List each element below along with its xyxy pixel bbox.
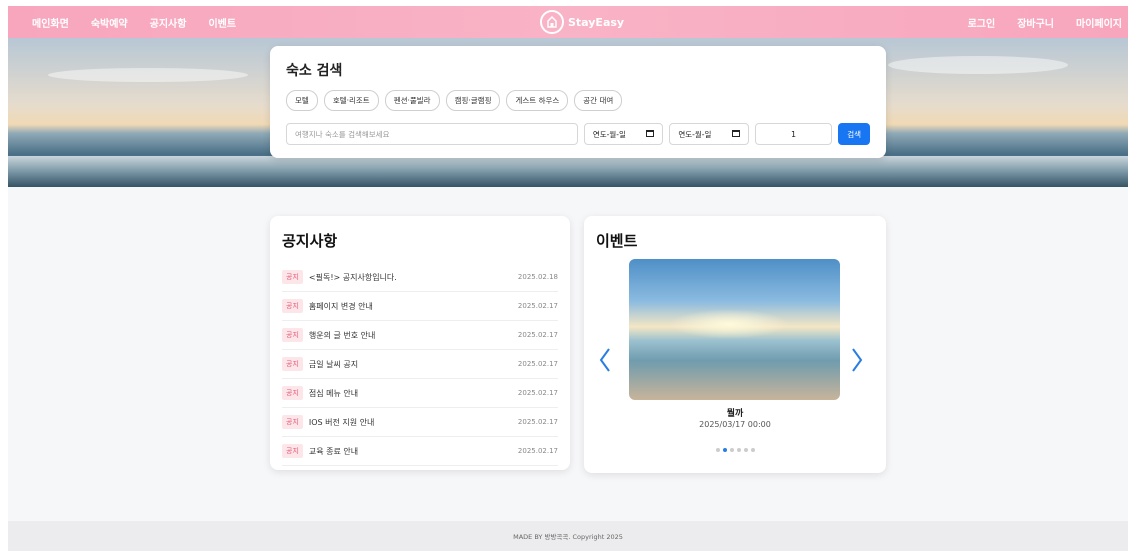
chevron-left-icon[interactable] [598, 346, 612, 374]
notice-card: 공지사항 공지 <필독!> 공지사항입니다. 2025.02.18 공지 홈페이지 변… [270, 216, 570, 470]
brand-logo-icon [540, 10, 564, 34]
search-button[interactable]: 검색 [838, 123, 871, 145]
brand-name: StayEasy [568, 15, 625, 29]
notice-text: <필독!> 공지사항입니다. [308, 272, 397, 282]
notice-row[interactable]: 공지 금일 날씨 공지 2025.02.17 [282, 350, 558, 379]
chip-camping[interactable]: 캠핑·글램핑 [445, 90, 501, 111]
notice-row[interactable]: 공지 행운의 글 번호 안내 2025.02.17 [282, 321, 558, 350]
notice-text: 금일 날씨 공지 [308, 359, 359, 369]
notice-text: 행운의 글 번호 안내 [308, 330, 376, 340]
top-navbar: 메인화면 숙박예약 공지사항 이벤트 StayEasy 로그인 장바구니 마이페… [8, 6, 1128, 38]
notice-date: 2025.02.17 [517, 302, 558, 310]
chevron-right-icon[interactable] [850, 346, 864, 374]
chip-pension[interactable]: 펜션·풀빌라 [384, 90, 440, 111]
brand[interactable]: StayEasy [540, 10, 624, 34]
event-image[interactable] [629, 259, 840, 400]
category-chips: 모텔 호텔·리조트 펜션·풀빌라 캠핑·글램핑 게스트 하우스 공간 대여 [286, 90, 870, 111]
notice-date: 2025.02.18 [517, 273, 558, 281]
checkout-date[interactable]: 연도-월-일 [669, 123, 749, 145]
notice-badge: 공지 [282, 270, 303, 284]
notice-date: 2025.02.17 [517, 389, 558, 397]
notice-badge: 공지 [282, 328, 303, 342]
notice-date: 2025.02.17 [517, 418, 558, 426]
notice-date: 2025.02.17 [517, 360, 558, 368]
chip-hotel[interactable]: 호텔·리조트 [323, 90, 379, 111]
nav-login[interactable]: 로그인 [968, 15, 996, 30]
chip-motel[interactable]: 모텔 [286, 90, 318, 111]
carousel-dots [584, 448, 886, 452]
calendar-icon [731, 129, 740, 139]
notice-list: 공지 <필독!> 공지사항입니다. 2025.02.18 공지 홈페이지 변경 안내 2… [282, 263, 558, 466]
nav-booking[interactable]: 숙박예약 [91, 15, 128, 30]
guest-count-input[interactable]: 1 [754, 123, 833, 145]
nav-left: 메인화면 숙박예약 공지사항 이벤트 [32, 6, 258, 38]
carousel-dot[interactable] [729, 448, 734, 452]
notice-badge: 공지 [282, 386, 303, 400]
carousel-dot[interactable] [722, 448, 727, 452]
event-date: 2025/03/17 00:00 [699, 420, 771, 429]
notice-date: 2025.02.17 [517, 447, 558, 455]
search-title: 숙소 검색 [286, 63, 343, 79]
chip-space[interactable]: 공간 대여 [574, 90, 623, 111]
notice-badge: 공지 [282, 357, 303, 371]
nav-home[interactable]: 메인화면 [32, 15, 69, 30]
notice-title[interactable]: 공지사항 [282, 230, 558, 251]
notice-date: 2025.02.17 [517, 331, 558, 339]
footer: MADE BY 방방곡곡. Copyright 2025 [8, 521, 1128, 551]
calendar-icon [646, 129, 655, 139]
checkin-date-text: 연도-월-일 [592, 129, 626, 139]
nav-cart[interactable]: 장바구니 [1017, 15, 1054, 30]
nav-mypage[interactable]: 마이페이지 [1076, 15, 1122, 30]
carousel-dot[interactable] [736, 448, 741, 452]
search-input[interactable]: 여행지나 숙소를 검색해보세요 [286, 123, 578, 145]
search-card: 숙소 검색 모텔 호텔·리조트 펜션·풀빌라 캠핑·글램핑 게스트 하우스 공간… [270, 46, 886, 158]
carousel-dot[interactable] [715, 448, 720, 452]
event-name: 뭘까 [726, 409, 744, 419]
notice-badge: 공지 [282, 444, 303, 458]
nav-event[interactable]: 이벤트 [208, 15, 236, 30]
notice-text: IOS 버전 지원 안내 [308, 417, 375, 427]
page: 메인화면 숙박예약 공지사항 이벤트 StayEasy 로그인 장바구니 마이페… [8, 6, 1128, 551]
notice-row[interactable]: 공지 <필독!> 공지사항입니다. 2025.02.18 [282, 263, 558, 292]
notice-text: 교육 종료 안내 [308, 446, 359, 456]
event-card: 이벤트 뭘까 2025/03/17 00:00 [584, 216, 886, 473]
carousel-dot[interactable] [743, 448, 748, 452]
notice-row[interactable]: 공지 점심 메뉴 안내 2025.02.17 [282, 379, 558, 408]
notice-row[interactable]: 공지 IOS 버전 지원 안내 2025.02.17 [282, 408, 558, 437]
notice-text: 홈페이지 변경 안내 [308, 301, 373, 311]
event-title[interactable]: 이벤트 [596, 230, 874, 251]
checkout-date-text: 연도-월-일 [678, 129, 712, 139]
carousel-dot[interactable] [750, 448, 755, 452]
notice-badge: 공지 [282, 299, 303, 313]
notice-badge: 공지 [282, 415, 303, 429]
checkin-date[interactable]: 연도-월-일 [583, 123, 664, 145]
search-row: 여행지나 숙소를 검색해보세요 연도-월-일 연도-월-일 1 검색 [286, 123, 871, 145]
notice-text: 점심 메뉴 안내 [308, 388, 359, 398]
nav-notice[interactable]: 공지사항 [150, 15, 187, 30]
chip-guesthouse[interactable]: 게스트 하우스 [506, 90, 569, 111]
notice-row[interactable]: 공지 교육 종료 안내 2025.02.17 [282, 437, 558, 466]
notice-row[interactable]: 공지 홈페이지 변경 안내 2025.02.17 [282, 292, 558, 321]
nav-right: 로그인 장바구니 마이페이지 [946, 6, 1122, 38]
